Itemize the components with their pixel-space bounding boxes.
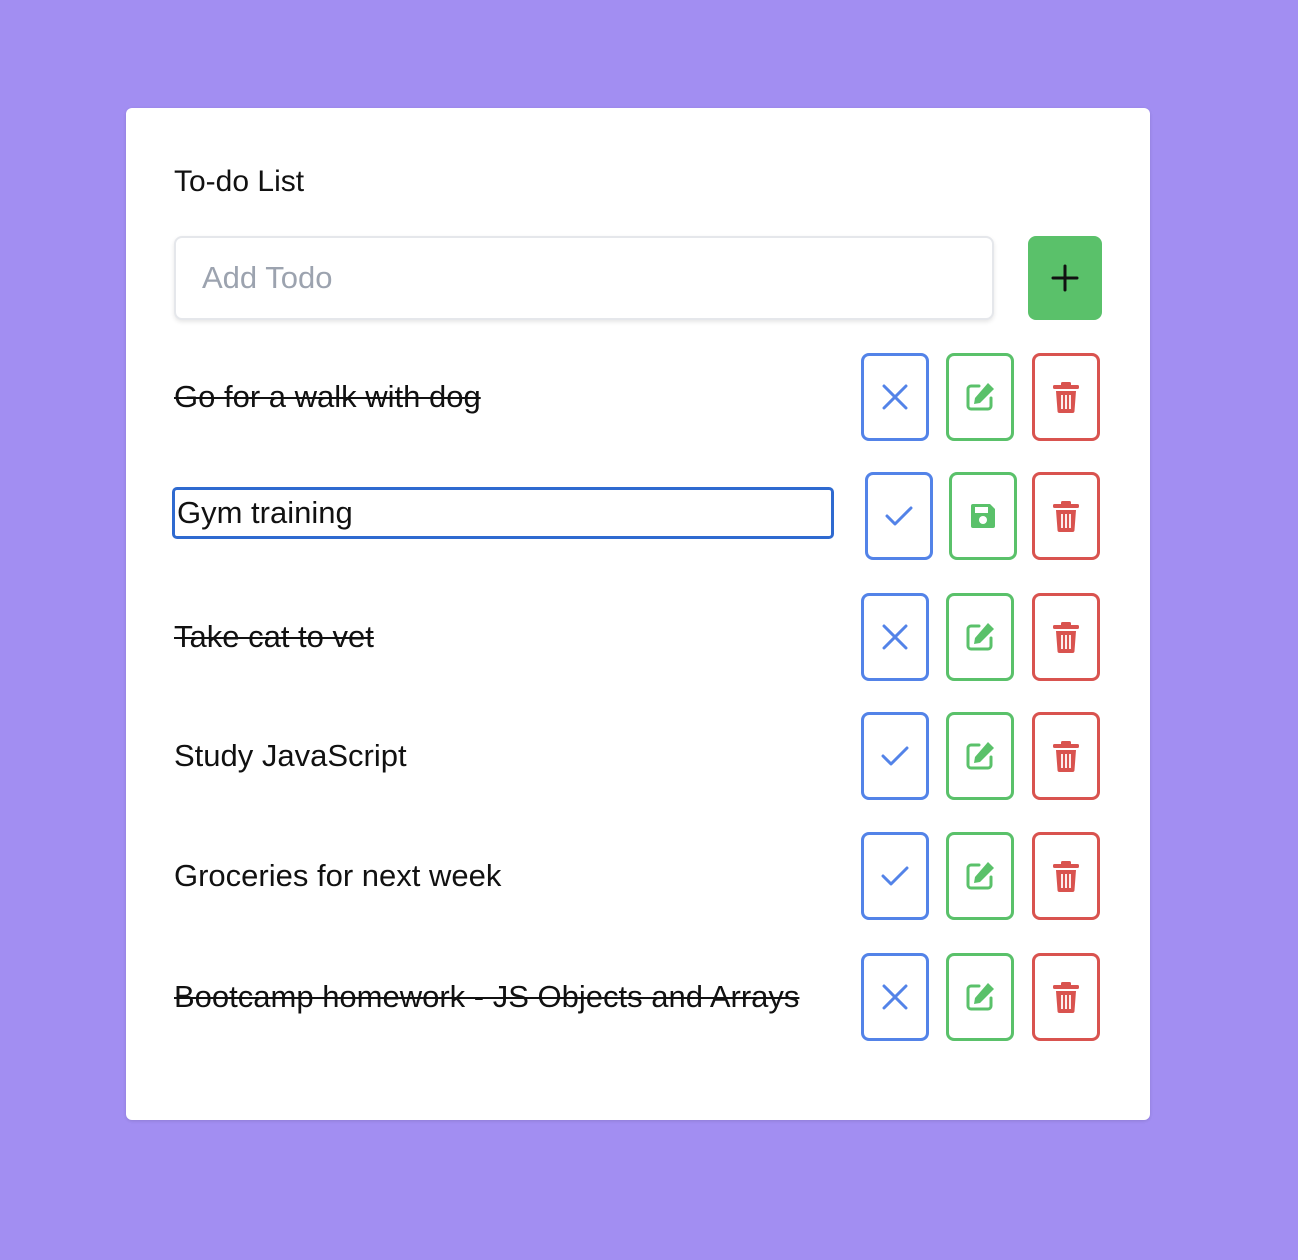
add-todo-input[interactable] <box>174 236 994 320</box>
todo-text[interactable]: Go for a walk with dog <box>174 353 830 441</box>
todo-text[interactable]: Bootcamp homework - JS Objects and Array… <box>174 953 830 1041</box>
edit-todo-button[interactable] <box>946 953 1014 1041</box>
toggle-complete-button[interactable] <box>861 832 929 920</box>
pencil-square-icon <box>966 862 994 890</box>
edit-todo-button[interactable] <box>946 712 1014 800</box>
delete-todo-button[interactable] <box>1032 953 1100 1041</box>
delete-todo-button[interactable] <box>1032 712 1100 800</box>
check-icon <box>881 866 909 886</box>
plus-icon <box>1051 264 1079 292</box>
trash-icon <box>1053 622 1079 653</box>
todo-item: Study JavaScript <box>174 712 1102 800</box>
floppy-disk-icon <box>971 504 995 528</box>
pencil-square-icon <box>966 983 994 1011</box>
x-icon <box>882 384 908 410</box>
edit-todo-button[interactable] <box>946 593 1014 681</box>
trash-icon <box>1053 982 1079 1013</box>
toggle-complete-button[interactable] <box>861 712 929 800</box>
todo-item: Take cat to vet <box>174 593 1102 681</box>
todo-text[interactable]: Take cat to vet <box>174 593 830 681</box>
delete-todo-button[interactable] <box>1032 832 1100 920</box>
todo-text[interactable]: Study JavaScript <box>174 712 830 800</box>
todo-text[interactable]: Groceries for next week <box>174 832 830 920</box>
trash-icon <box>1053 741 1079 772</box>
trash-icon <box>1053 861 1079 892</box>
toggle-complete-button[interactable] <box>861 353 929 441</box>
edit-todo-button[interactable] <box>946 353 1014 441</box>
toggle-complete-button[interactable] <box>861 593 929 681</box>
delete-todo-button[interactable] <box>1032 472 1100 560</box>
check-icon <box>885 506 913 526</box>
todo-item <box>172 472 1102 560</box>
todo-item: Bootcamp homework - JS Objects and Array… <box>174 953 1102 1041</box>
pencil-square-icon <box>966 742 994 770</box>
trash-icon <box>1053 501 1079 532</box>
toggle-complete-button[interactable] <box>865 472 933 560</box>
pencil-square-icon <box>966 623 994 651</box>
add-todo-button[interactable] <box>1028 236 1102 320</box>
save-todo-button[interactable] <box>949 472 1017 560</box>
x-icon <box>882 984 908 1010</box>
todo-item: Go for a walk with dog <box>174 353 1102 441</box>
delete-todo-button[interactable] <box>1032 353 1100 441</box>
todo-item: Groceries for next week <box>174 832 1102 920</box>
check-icon <box>881 746 909 766</box>
x-icon <box>882 624 908 650</box>
page-title: To-do List <box>174 165 305 198</box>
toggle-complete-button[interactable] <box>861 953 929 1041</box>
pencil-square-icon <box>966 383 994 411</box>
delete-todo-button[interactable] <box>1032 593 1100 681</box>
todo-card: To-do List Go for a walk with dog Take c… <box>126 108 1150 1120</box>
todo-edit-input[interactable] <box>172 487 834 539</box>
edit-todo-button[interactable] <box>946 832 1014 920</box>
trash-icon <box>1053 382 1079 413</box>
